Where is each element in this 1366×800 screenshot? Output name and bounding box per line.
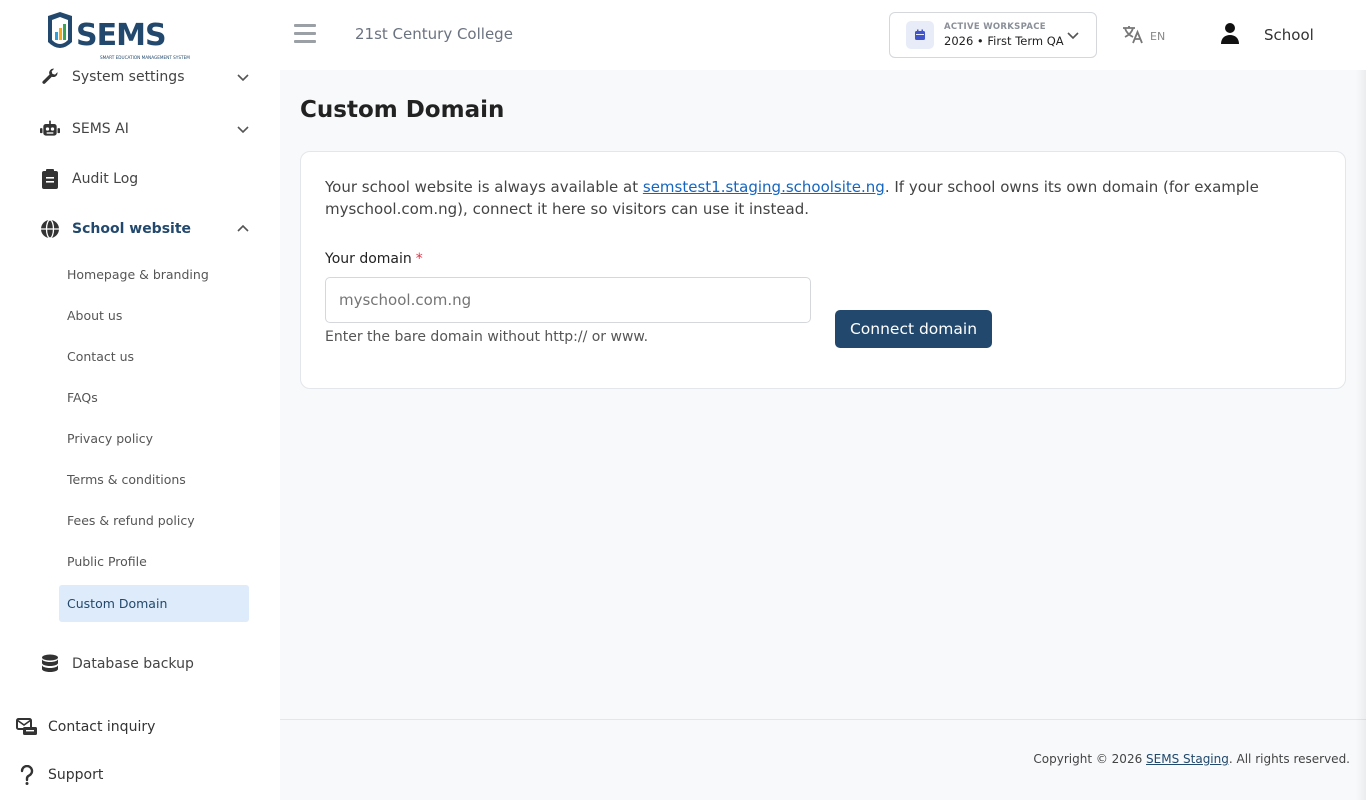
clipboard-icon: [40, 169, 60, 189]
chevron-down-icon: [236, 122, 250, 136]
sidebar-subitem-terms-conditions[interactable]: Terms & conditions: [59, 461, 249, 498]
chevron-down-icon: [236, 70, 250, 84]
translate-icon: [1122, 24, 1144, 48]
sidebar-subitem-custom-domain[interactable]: Custom Domain: [59, 585, 249, 622]
user-icon: [1220, 22, 1240, 48]
scroll-shadow: [1356, 70, 1366, 800]
main-content: Custom Domain Your school website is alw…: [280, 70, 1366, 719]
database-icon: [40, 654, 60, 674]
sidebar-item-support[interactable]: Support: [16, 760, 103, 790]
workspace-value: 2026 • First Term QA: [944, 34, 1064, 48]
robot-icon: [40, 119, 60, 139]
logo-text: SEMS: [76, 18, 166, 53]
logo-tagline: SMART EDUCATION MANAGEMENT SYSTEM: [100, 55, 190, 60]
sidebar-item-label: Contact inquiry: [48, 719, 156, 735]
hamburger-menu-icon[interactable]: [294, 24, 316, 46]
sidebar-item-audit-log[interactable]: Audit Log: [40, 164, 260, 194]
user-name: School: [1264, 26, 1314, 44]
wrench-icon: [40, 67, 60, 87]
sidebar-item-sems-ai[interactable]: SEMS AI: [40, 114, 260, 144]
sidebar-item-system-settings[interactable]: System settings: [40, 62, 260, 92]
domain-field-label: Your domain *: [325, 251, 423, 267]
sidebar-subitem-homepage-branding[interactable]: Homepage & branding: [59, 256, 249, 293]
sidebar-item-label: System settings: [72, 69, 185, 85]
sidebar-subitem-about-us[interactable]: About us: [59, 297, 249, 334]
sidebar-subitem-public-profile[interactable]: Public Profile: [59, 543, 249, 580]
college-name: 21st Century College: [355, 25, 513, 43]
page-title: Custom Domain: [300, 97, 505, 123]
workspace-label: ACTIVE WORKSPACE: [944, 22, 1046, 32]
calendar-icon: [906, 21, 934, 49]
sems-logo[interactable]: SEMS SMART EDUCATION MANAGEMENT SYSTEM: [44, 12, 220, 62]
domain-help-text: Enter the bare domain without http:// or…: [325, 329, 649, 345]
question-icon: [16, 764, 38, 786]
sidebar-item-database-backup[interactable]: Database backup: [40, 649, 260, 679]
intro-text: Your school website is always available …: [325, 178, 1259, 218]
sidebar-subitem-privacy-policy[interactable]: Privacy policy: [59, 420, 249, 457]
sidebar-subitem-contact-us[interactable]: Contact us: [59, 338, 249, 375]
sidebar-item-label: SEMS AI: [72, 121, 129, 137]
user-menu[interactable]: School: [1220, 22, 1314, 48]
chevron-down-icon: [1066, 28, 1080, 42]
custom-domain-card: Your school website is always available …: [300, 151, 1346, 389]
footer-link[interactable]: SEMS Staging: [1146, 752, 1229, 766]
domain-input[interactable]: [325, 277, 811, 323]
language-code: EN: [1150, 29, 1166, 43]
chevron-up-icon: [236, 222, 250, 236]
inbox-icon: [16, 716, 38, 738]
school-site-link[interactable]: semstest1.staging.schoolsite.ng: [643, 178, 885, 196]
sidebar: SEMS SMART EDUCATION MANAGEMENT SYSTEM S…: [0, 0, 280, 800]
copyright-text: Copyright © 2026 SEMS Staging. All right…: [1033, 752, 1350, 766]
connect-domain-button[interactable]: Connect domain: [835, 310, 992, 348]
sidebar-item-label: Database backup: [72, 656, 194, 672]
globe-icon: [40, 219, 60, 239]
sidebar-item-school-website[interactable]: School website: [40, 214, 260, 244]
sidebar-item-label: Audit Log: [72, 171, 139, 187]
sidebar-subitem-fees-refund-policy[interactable]: Fees & refund policy: [59, 502, 249, 539]
top-header: 21st Century College ACTIVE WORKSPACE 20…: [280, 0, 1366, 70]
required-mark: *: [415, 251, 423, 267]
footer: Copyright © 2026 SEMS Staging. All right…: [280, 719, 1366, 800]
sidebar-subitem-faqs[interactable]: FAQs: [59, 379, 249, 416]
language-selector[interactable]: EN: [1122, 24, 1165, 48]
sidebar-item-contact-inquiry[interactable]: Contact inquiry: [16, 712, 155, 742]
sidebar-item-label: School website: [72, 221, 192, 237]
sidebar-item-label: Support: [48, 767, 104, 783]
workspace-selector[interactable]: ACTIVE WORKSPACE 2026 • First Term QA: [889, 12, 1097, 58]
